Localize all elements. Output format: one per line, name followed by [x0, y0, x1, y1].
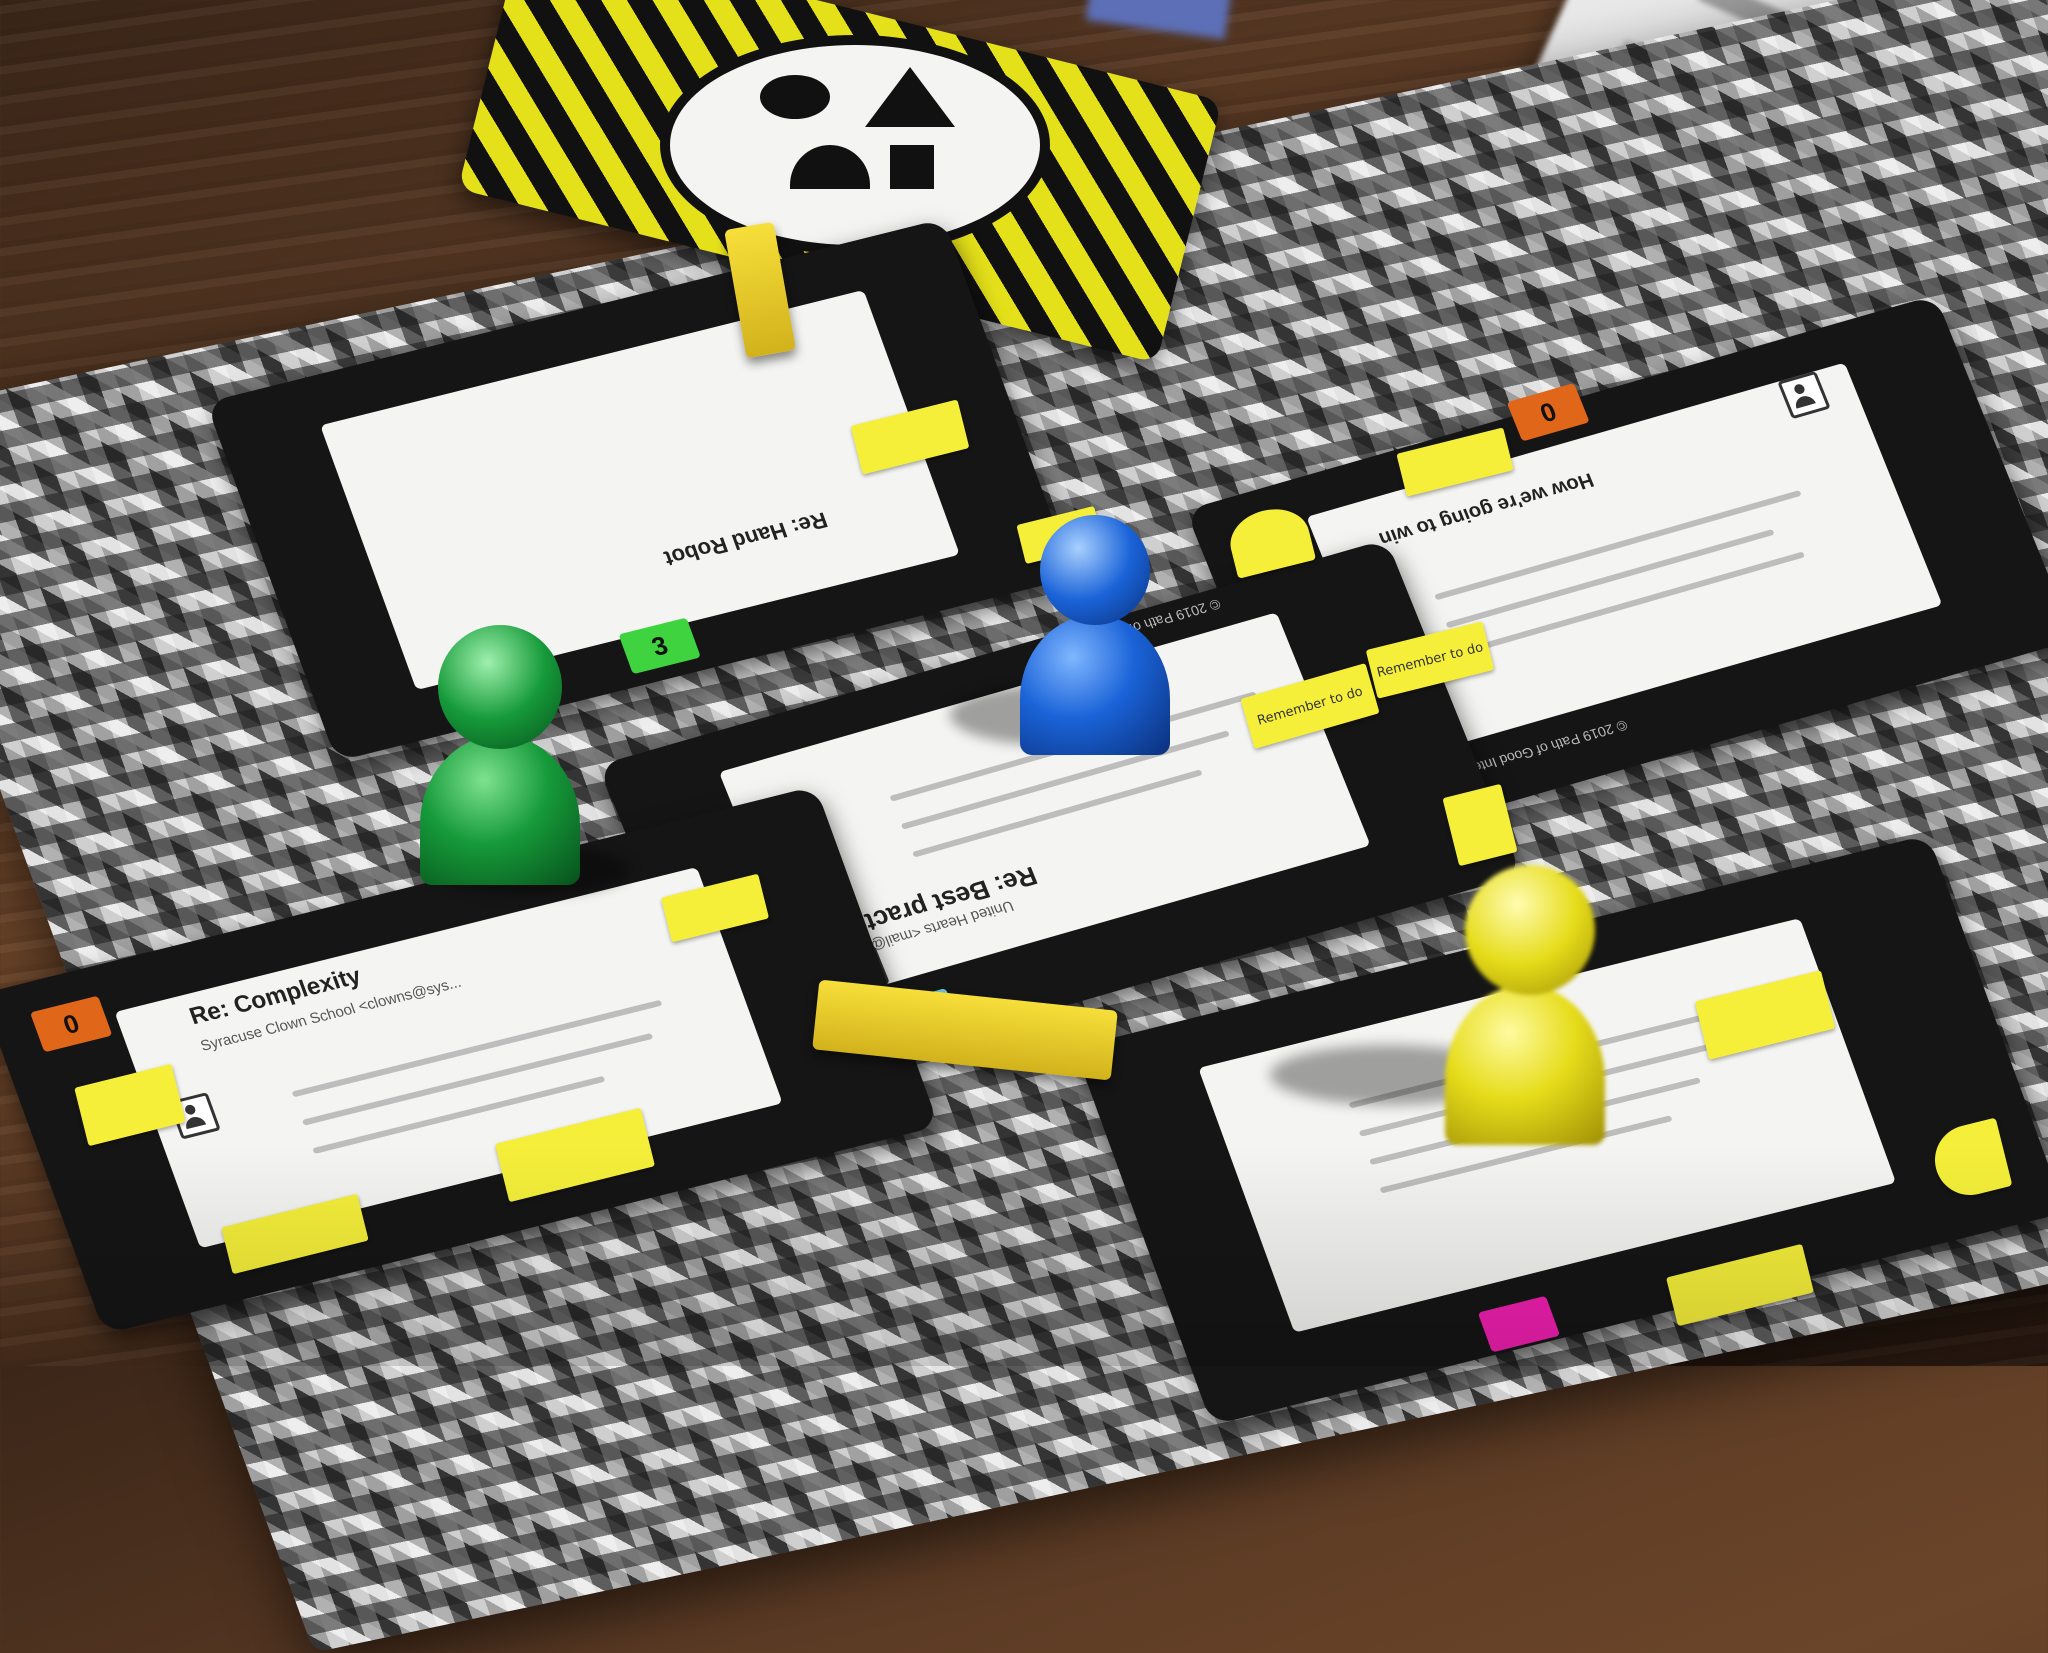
square-shape — [890, 145, 934, 189]
triangle-shape — [865, 67, 955, 127]
circle-shape — [760, 75, 830, 119]
green-pawn[interactable] — [410, 625, 630, 895]
blue-pawn[interactable] — [950, 515, 1180, 765]
half-circle-shape — [790, 145, 870, 189]
start-circle — [660, 35, 1050, 255]
foreground-shadow — [0, 1146, 2048, 1366]
score-badge: 0 — [29, 995, 113, 1053]
yellow-pawn[interactable] — [1270, 865, 1610, 1155]
